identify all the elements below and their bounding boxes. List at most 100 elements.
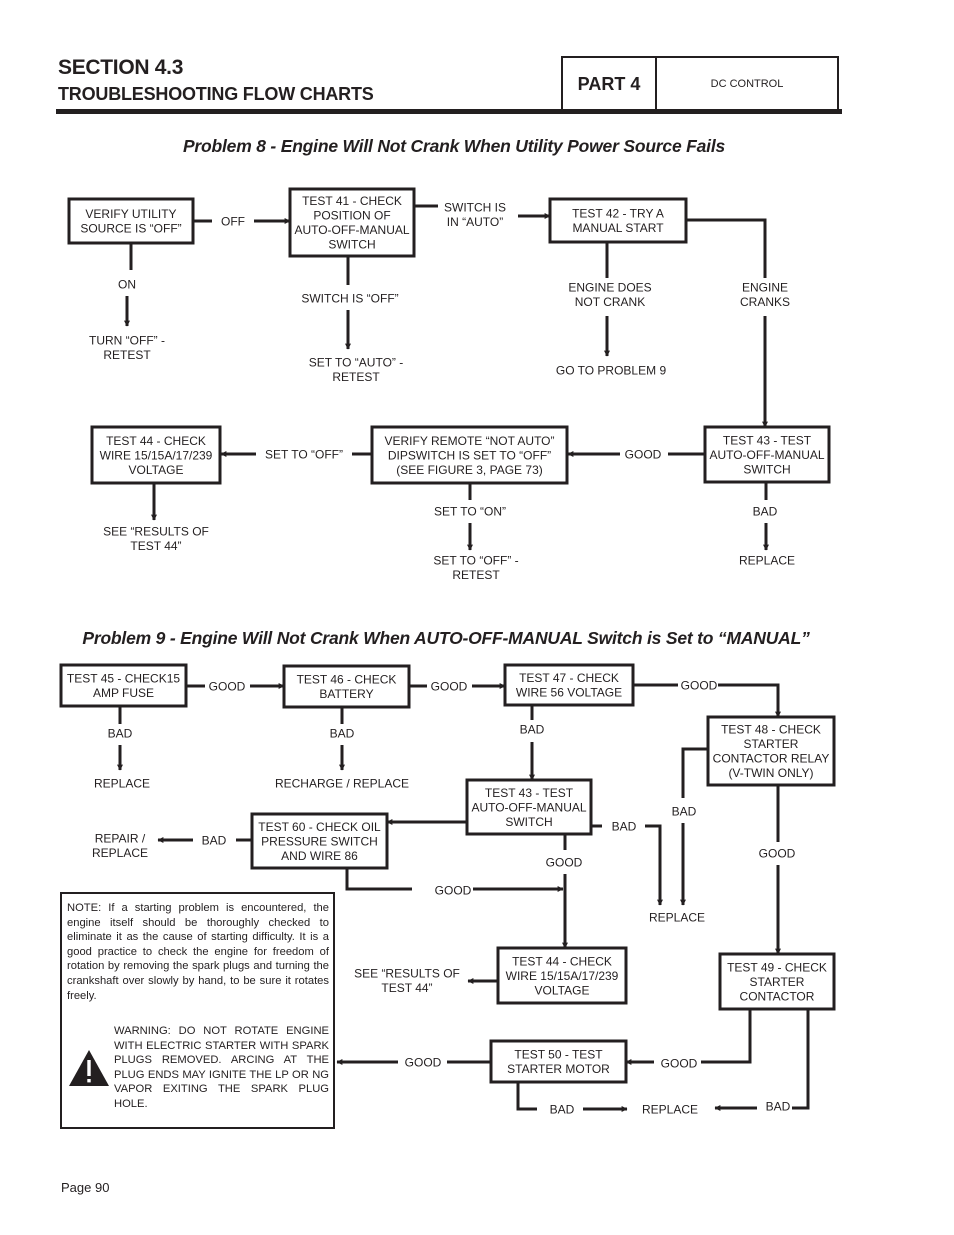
label-switch-in-auto: SWITCH IS	[444, 200, 506, 214]
warning-icon	[69, 1050, 109, 1086]
label-turn-off-retest: RETEST	[103, 348, 151, 362]
label-replace: REPLACE	[739, 553, 795, 567]
test-60-text: TEST 60 - CHECK OIL	[258, 820, 381, 834]
test-50-text: TEST 50 - TEST	[514, 1048, 603, 1062]
test-46-text: BATTERY	[319, 687, 373, 701]
test-60-text: PRESSURE SWITCH	[261, 834, 378, 848]
label-bad: BAD	[612, 819, 637, 833]
label-switch-in-auto: IN “AUTO”	[447, 215, 503, 229]
label-good: GOOD	[209, 679, 246, 693]
verify-remote-text: (SEE FIGURE 3, PAGE 73)	[396, 463, 542, 477]
label-set-to-on: SET TO “ON”	[434, 504, 506, 518]
arrow	[718, 683, 781, 718]
label-good: GOOD	[405, 1055, 442, 1069]
label-repair-replace: REPLACE	[92, 846, 148, 860]
label-see-results-44: TEST 44”	[130, 539, 181, 553]
test-41-text: SWITCH	[328, 238, 375, 252]
label-good: GOOD	[681, 678, 718, 692]
label-go-to-problem-9: GO TO PROBLEM 9	[556, 363, 667, 377]
label-engine-cranks: ENGINE	[742, 280, 788, 294]
connector	[681, 747, 708, 798]
label-recharge-replace: RECHARGE / REPLACE	[275, 776, 409, 790]
test-48-text: TEST 48 - CHECK	[721, 723, 821, 737]
verify-utility-text: VERIFY UTILITY	[85, 207, 176, 221]
verify-remote-text: VERIFY REMOTE “NOT AUTO”	[384, 434, 554, 448]
test-43-p9-text: TEST 43 - TEST	[485, 786, 574, 800]
test-45-text: AMP FUSE	[93, 686, 154, 700]
label-engine-cranks: CRANKS	[740, 295, 790, 309]
label-engine-does-not-crank: NOT CRANK	[575, 295, 645, 309]
test-44-p9-text: WIRE 15/15A/17/239	[506, 969, 619, 983]
test-42-text: MANUAL START	[572, 221, 664, 235]
note-box: NOTE: If a starting problem is encounter…	[60, 892, 335, 1129]
label-bad: BAD	[766, 1099, 791, 1113]
label-replace: REPLACE	[642, 1102, 698, 1116]
label-see-results-44: SEE “RESULTS OF	[103, 524, 209, 538]
connector	[792, 1009, 810, 1110]
connector	[701, 1009, 752, 1064]
label-set-to-off: SET TO “OFF”	[265, 447, 343, 461]
label-off: OFF	[221, 214, 245, 228]
label-set-to-auto-retest: RETEST	[332, 370, 380, 384]
test-47-text: WIRE 56 VOLTAGE	[516, 686, 622, 700]
label-on: ON	[118, 277, 136, 291]
label-engine-does-not-crank: ENGINE DOES	[568, 280, 651, 294]
test-47-text: TEST 47 - CHECK	[519, 671, 619, 685]
test-48-text: (V-TWIN ONLY)	[728, 766, 813, 780]
test-44-p8-text: TEST 44 - CHECK	[106, 434, 206, 448]
test-43-p8-text: SWITCH	[743, 462, 790, 476]
label-bad: BAD	[108, 726, 133, 740]
test-44-p8-text: WIRE 15/15A/17/239	[100, 448, 213, 462]
label-bad: BAD	[550, 1102, 575, 1116]
connector	[686, 218, 767, 278]
label-bad: BAD	[753, 504, 778, 518]
label-set-to-auto-retest: SET TO “AUTO” -	[309, 355, 403, 369]
connector	[345, 868, 412, 891]
label-good: GOOD	[431, 679, 468, 693]
label-bad: BAD	[672, 804, 697, 818]
test-49-text: TEST 49 - CHECK	[727, 960, 827, 974]
test-43-p9-text: SWITCH	[505, 815, 552, 829]
test-44-p9-text: TEST 44 - CHECK	[512, 954, 612, 968]
test-45-text: TEST 45 - CHECK15	[67, 672, 180, 686]
test-41-text: POSITION OF	[313, 209, 390, 223]
label-set-to-off-retest: SET TO “OFF” -	[433, 553, 518, 567]
page-number: Page 90	[61, 1180, 110, 1195]
test-42-text: TEST 42 - TRY A	[572, 207, 664, 221]
note-text: NOTE: If a starting problem is encounter…	[67, 902, 329, 1002]
label-turn-off-retest: TURN “OFF” -	[89, 333, 165, 347]
label-replace: REPLACE	[94, 776, 150, 790]
label-set-to-off-retest: RETEST	[452, 568, 500, 582]
test-43-p8-text: AUTO-OFF-MANUAL	[709, 448, 824, 462]
verify-remote-text: DIPSWITCH IS SET TO “OFF”	[388, 448, 551, 462]
test-49-text: CONTACTOR	[740, 989, 815, 1003]
label-good: GOOD	[435, 883, 472, 897]
label-good: GOOD	[625, 447, 662, 461]
test-43-p9-text: AUTO-OFF-MANUAL	[471, 800, 586, 814]
label-see-results-44: TEST 44”	[381, 981, 432, 995]
test-48-text: CONTACTOR RELAY	[713, 752, 830, 766]
test-44-p8-text: VOLTAGE	[129, 463, 184, 477]
label-bad: BAD	[520, 722, 545, 736]
connector	[516, 1082, 537, 1111]
test-49-text: STARTER	[750, 975, 805, 989]
test-48-text: STARTER	[744, 737, 799, 751]
label-good: GOOD	[661, 1056, 698, 1070]
verify-utility-text: SOURCE IS “OFF”	[80, 222, 181, 236]
test-44-p9-text: VOLTAGE	[535, 983, 590, 997]
label-see-results-44: SEE “RESULTS OF	[354, 966, 460, 980]
test-50-text: STARTER MOTOR	[507, 1062, 610, 1076]
label-repair-replace: REPAIR /	[95, 831, 146, 845]
warning-text: WARNING: DO NOT ROTATE ENGINE WITH ELECT…	[114, 1025, 329, 1110]
test-41-text: AUTO-OFF-MANUAL	[294, 223, 409, 237]
test-60-text: AND WIRE 86	[281, 849, 358, 863]
label-good: GOOD	[759, 846, 796, 860]
test-46-text: TEST 46 - CHECK	[297, 673, 397, 687]
test-41-text: TEST 41 - CHECK	[302, 194, 402, 208]
label-bad: BAD	[330, 726, 355, 740]
label-good: GOOD	[546, 855, 583, 869]
label-bad: BAD	[202, 833, 227, 847]
arrow	[645, 824, 663, 906]
test-43-p8-text: TEST 43 - TEST	[723, 433, 812, 447]
label-switch-is-off: SWITCH IS “OFF”	[301, 291, 398, 305]
